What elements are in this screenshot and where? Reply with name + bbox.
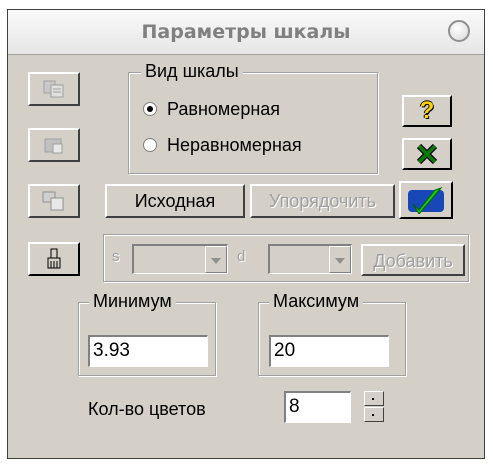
close-button[interactable] [402,138,452,170]
colors-increment-icon[interactable] [364,391,384,406]
maximum-input[interactable]: 20 [269,335,389,367]
colors-count-input[interactable]: 8 [284,391,351,423]
s-combobox[interactable] [132,244,228,274]
radio-dot-uniform [143,102,157,116]
order-button[interactable]: Упорядочить [250,184,395,218]
colors-decrement-icon[interactable] [364,407,384,422]
minimum-input[interactable]: 3.93 [88,335,208,367]
s-dropdown-icon[interactable] [205,246,227,273]
paste-icon [44,138,63,154]
scale-params-dialog: Параметры шкалы Вид шкалы Равномерная Не… [7,9,485,459]
radio-nonuniform-label: Неравномерная [167,135,302,155]
help-icon: ? [419,97,435,124]
copy-icon [43,80,64,98]
scale-type-legend: Вид шкалы [141,61,243,82]
roll-button-icon[interactable] [448,20,470,42]
paint-brush-icon [47,248,61,269]
format-button[interactable] [28,184,80,218]
maximum-legend: Максимум [269,291,364,312]
paint-button[interactable] [28,242,80,276]
radio-uniform-label: Равномерная [167,99,281,119]
apply-button[interactable] [399,181,453,219]
title-bar: Параметры шкалы [8,10,484,55]
d-label: d [237,248,246,265]
s-label: s [112,248,120,265]
help-button[interactable]: ? [402,95,452,127]
paste-button[interactable] [28,128,80,162]
colors-count-label: Кол-во цветов [88,399,206,419]
scale-type-group: Вид шкалы Равномерная Неравномерная [128,61,378,174]
copy-button[interactable] [28,72,80,106]
format-icon [42,191,64,211]
close-x-icon [416,144,438,164]
d-combobox[interactable] [268,244,352,274]
apply-check-icon [408,186,444,214]
window-title: Параметры шкалы [141,21,351,43]
initial-button[interactable]: Исходная [105,184,245,218]
radio-dot-nonuniform [143,138,157,152]
add-button[interactable]: Добавить [361,244,465,276]
d-dropdown-icon[interactable] [329,246,351,273]
minimum-legend: Минимум [89,291,176,312]
